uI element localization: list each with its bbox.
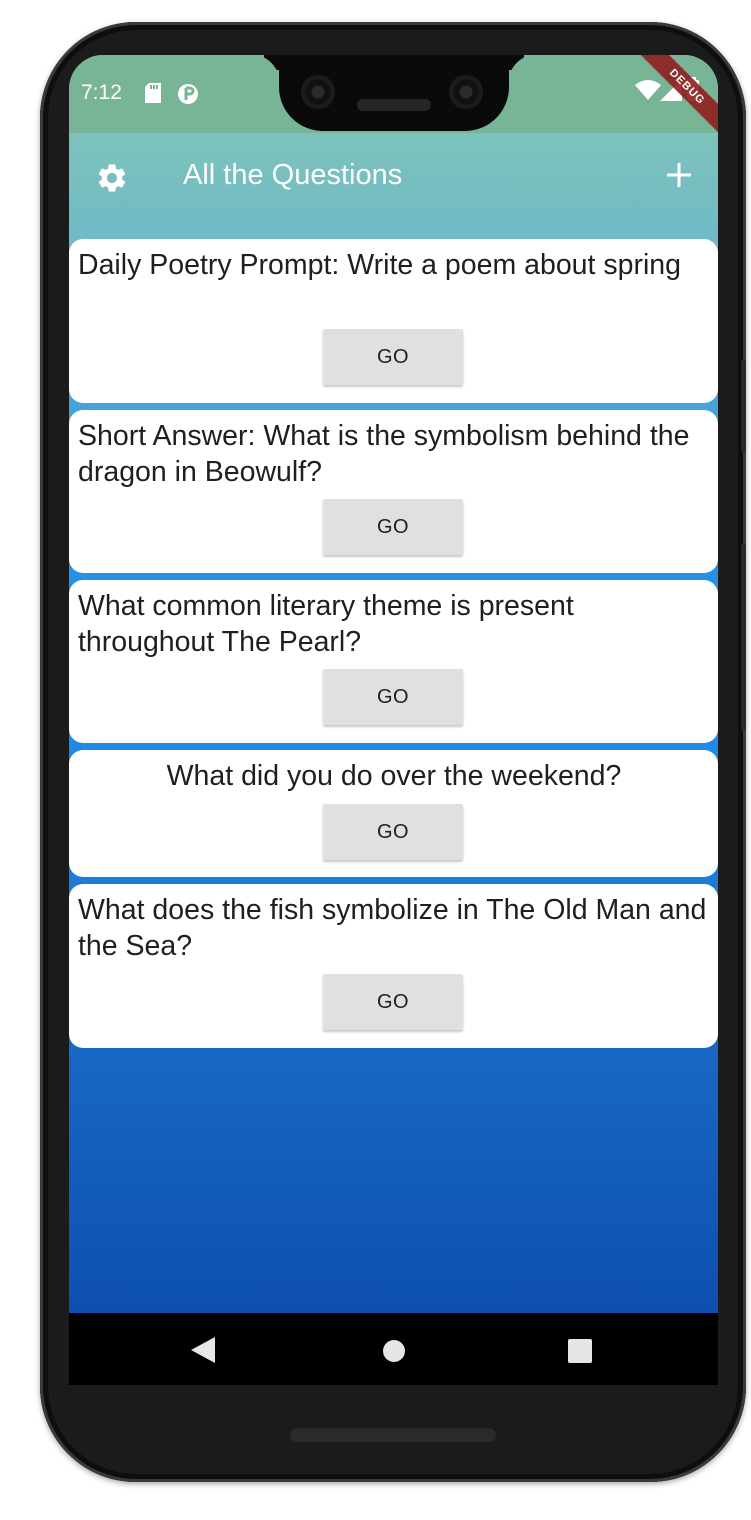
app-bar: All the Questions <box>69 133 718 223</box>
plus-icon[interactable] <box>665 161 693 194</box>
recents-icon[interactable] <box>568 1339 592 1368</box>
notification-dot-icon <box>177 83 199 110</box>
sd-card-icon <box>145 83 161 108</box>
question-text: What common literary theme is present th… <box>78 590 574 658</box>
navigation-bar <box>69 1313 718 1385</box>
home-icon[interactable] <box>382 1339 406 1368</box>
question-card: What does the fish symbolize in The Old … <box>69 884 718 1048</box>
question-text: Short Answer: What is the symbolism behi… <box>78 420 690 488</box>
earpiece-speaker <box>357 99 431 111</box>
go-button[interactable]: GO <box>323 329 463 385</box>
question-card: Short Answer: What is the symbolism behi… <box>69 410 718 573</box>
question-card: What did you do over the weekend? GO <box>69 750 718 877</box>
camera-notch <box>279 55 509 131</box>
app-title: All the Questions <box>183 159 403 191</box>
question-text: What did you do over the weekend? <box>166 760 622 792</box>
question-text: What does the fish symbolize in The Old … <box>78 894 707 962</box>
front-camera <box>301 75 335 109</box>
power-button <box>741 360 746 452</box>
screen: 7:12 DEBUG All the Questions Daily Poetr… <box>69 55 718 1385</box>
status-time: 7:12 <box>81 81 122 104</box>
home-indicator <box>290 1428 496 1442</box>
front-camera-secondary <box>449 75 483 109</box>
go-button[interactable]: GO <box>323 669 463 725</box>
go-button[interactable]: GO <box>323 974 463 1030</box>
wifi-icon <box>635 79 661 106</box>
go-button[interactable]: GO <box>323 499 463 555</box>
question-card: What common literary theme is present th… <box>69 580 718 743</box>
gear-icon[interactable] <box>95 161 129 200</box>
back-icon[interactable] <box>191 1337 215 1368</box>
go-button[interactable]: GO <box>323 804 463 860</box>
volume-button <box>741 544 746 730</box>
question-text: Daily Poetry Prompt: Write a poem about … <box>78 249 681 281</box>
question-card: Daily Poetry Prompt: Write a poem about … <box>69 239 718 403</box>
